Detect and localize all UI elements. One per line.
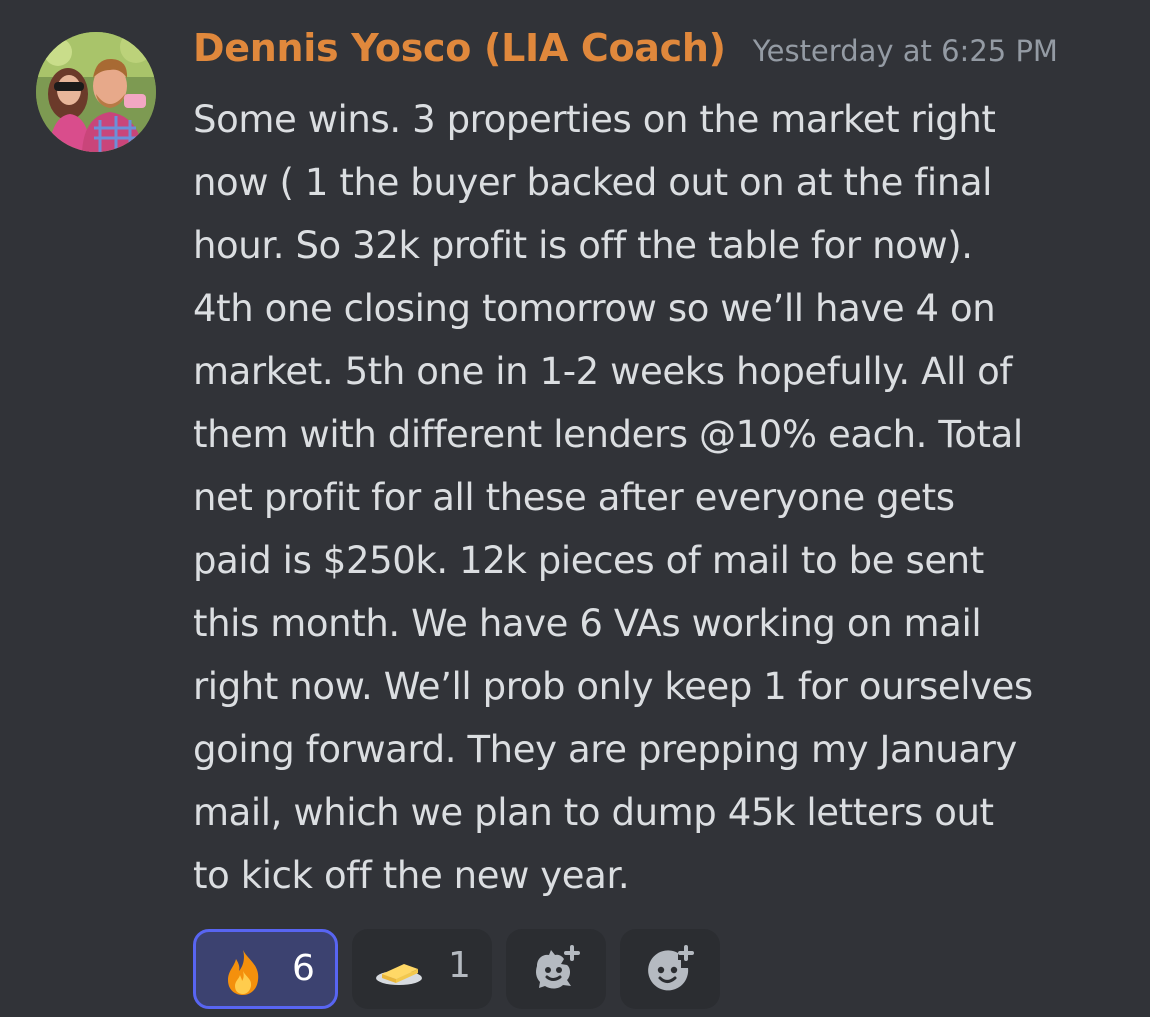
reaction-fire-count: 6 (292, 948, 315, 989)
author-name[interactable]: Dennis Yosco (LIA Coach) (193, 26, 726, 70)
add-super-reaction-icon (536, 945, 580, 989)
message-line: market. 5th one in 1-2 weeks hopefully. … (193, 350, 1013, 393)
message-line: net profit for all these after everyone … (193, 476, 955, 519)
message-line: Some wins. 3 properties on the market ri… (193, 98, 996, 141)
fire-icon (228, 950, 259, 995)
add-super-reaction-button[interactable] (506, 929, 606, 1009)
message-line: hour. So 32k profit is off the table for… (193, 224, 973, 267)
message-line: to kick off the new year. (193, 854, 630, 897)
message-content: Some wins. 3 properties on the market ri… (193, 88, 1128, 907)
message-line: them with different lenders @10% each. T… (193, 413, 1023, 456)
message-line: 4th one closing tomorrow so we’ll have 4… (193, 287, 996, 330)
reaction-butter-count: 1 (448, 945, 471, 986)
avatar-photo (36, 32, 156, 152)
reaction-butter[interactable]: 1 (352, 929, 492, 1009)
message-line: going forward. They are prepping my Janu… (193, 728, 1017, 771)
author-avatar[interactable] (36, 32, 156, 152)
message-header: Dennis Yosco (LIA Coach) Yesterday at 6:… (193, 26, 1058, 70)
butter-icon (376, 964, 422, 985)
message-line: now ( 1 the buyer backed out on at the f… (193, 161, 993, 204)
message-line: paid is $250k. 12k pieces of mail to be … (193, 539, 984, 582)
chat-message: Dennis Yosco (LIA Coach) Yesterday at 6:… (0, 0, 1150, 1017)
message-line: right now. We’ll prob only keep 1 for ou… (193, 665, 1033, 708)
message-line: mail, which we plan to dump 45k letters … (193, 791, 994, 834)
add-reaction-icon (648, 945, 694, 991)
add-reaction-button[interactable] (620, 929, 720, 1009)
message-line: this month. We have 6 VAs working on mai… (193, 602, 982, 645)
reaction-fire[interactable]: 6 (193, 929, 338, 1009)
message-timestamp[interactable]: Yesterday at 6:25 PM (753, 34, 1058, 68)
